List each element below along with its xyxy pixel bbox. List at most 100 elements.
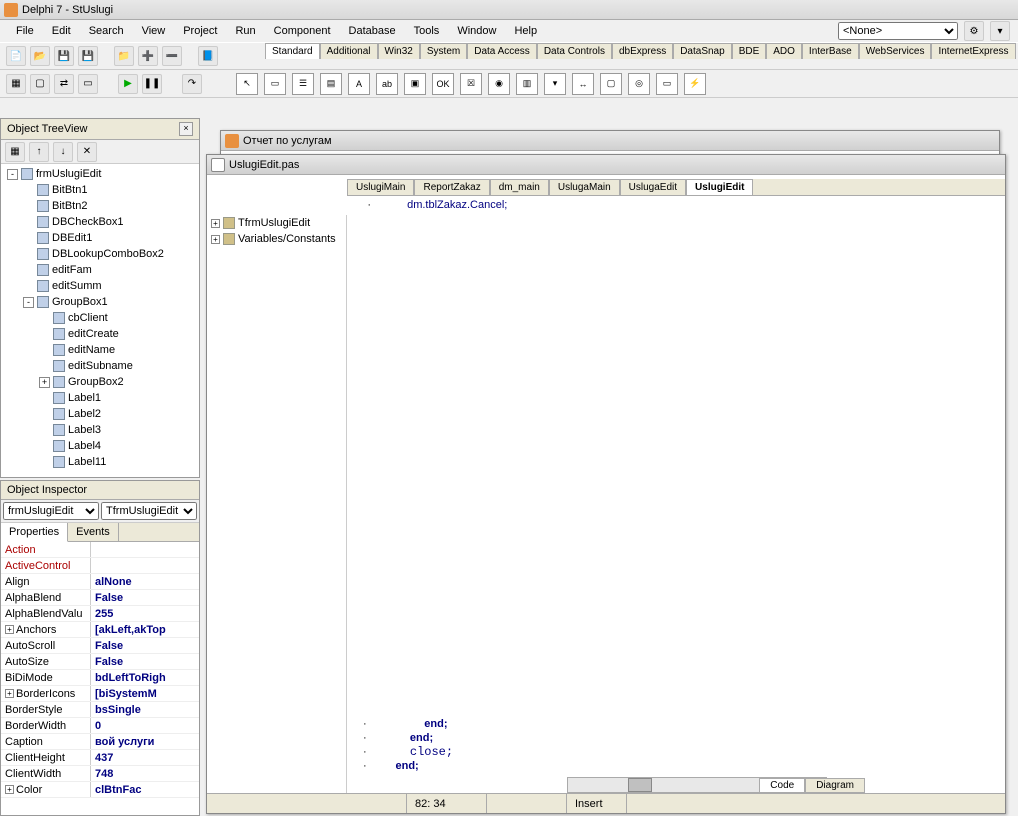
bottom-tab-code[interactable]: Code — [759, 778, 805, 793]
property-row[interactable]: Captionвой услуги — [1, 734, 199, 750]
property-row[interactable]: BorderWidth0 — [1, 718, 199, 734]
toolbar-icon[interactable]: ⚙ — [964, 21, 984, 41]
tree-node[interactable]: Label2 — [3, 406, 197, 422]
menu-edit[interactable]: Edit — [44, 23, 79, 39]
popupmenu-icon[interactable]: ▤ — [320, 73, 342, 95]
code-tab[interactable]: UslugaMain — [549, 179, 620, 195]
inspector-tab-properties[interactable]: Properties — [1, 523, 68, 542]
button-icon[interactable]: OK — [432, 73, 454, 95]
code-tab[interactable]: UslugaEdit — [620, 179, 686, 195]
tree-node[interactable]: BitBtn2 — [3, 198, 197, 214]
tree-node[interactable]: DBLookupComboBox2 — [3, 246, 197, 262]
groupbox-icon[interactable]: ▢ — [600, 73, 622, 95]
expand-icon[interactable]: + — [39, 377, 50, 388]
tree-node[interactable]: Label3 — [3, 422, 197, 438]
code-structure-tree[interactable]: +TfrmUslugiEdit +Variables/Constants — [207, 215, 347, 813]
tree-node[interactable]: DBCheckBox1 — [3, 214, 197, 230]
checkbox-icon[interactable]: ☒ — [460, 73, 482, 95]
project-combo[interactable]: <None> — [838, 22, 958, 40]
code-tab[interactable]: dm_main — [490, 179, 549, 195]
expand-icon[interactable]: - — [23, 297, 34, 308]
tree-btn[interactable]: ✕ — [77, 142, 97, 162]
actionlist-icon[interactable]: ⚡ — [684, 73, 706, 95]
tree-node[interactable]: editCreate — [3, 326, 197, 342]
property-row[interactable]: BiDiModebdLeftToRigh — [1, 670, 199, 686]
tree-node[interactable]: cbClient — [3, 310, 197, 326]
tree-node[interactable]: editName — [3, 342, 197, 358]
toolbar-icon[interactable]: ▾ — [990, 21, 1010, 41]
scrollbar-icon[interactable]: ↔ — [572, 73, 594, 95]
open-project-icon[interactable]: 📁 — [114, 46, 134, 66]
property-row[interactable]: AlignalNone — [1, 574, 199, 590]
trace-icon[interactable]: ↷ — [182, 74, 202, 94]
property-row[interactable]: ClientHeight437 — [1, 750, 199, 766]
palette-tab-datasnap[interactable]: DataSnap — [673, 43, 731, 59]
inspector-component-select[interactable]: frmUslugiEdit — [3, 502, 99, 520]
code-tab[interactable]: ReportZakaz — [414, 179, 489, 195]
view-form-icon[interactable]: ▢ — [30, 74, 50, 94]
property-row[interactable]: +Anchors[akLeft,akTop — [1, 622, 199, 638]
add-file-icon[interactable]: ➕ — [138, 46, 158, 66]
view-unit-icon[interactable]: ▦ — [6, 74, 26, 94]
remove-file-icon[interactable]: ➖ — [162, 46, 182, 66]
palette-tab-win32[interactable]: Win32 — [378, 43, 420, 59]
tree-node[interactable]: Label4 — [3, 438, 197, 454]
scrollbar-thumb[interactable] — [628, 778, 652, 792]
menu-search[interactable]: Search — [81, 23, 132, 39]
tree-node[interactable]: Label1 — [3, 390, 197, 406]
tree-node[interactable]: editFam — [3, 262, 197, 278]
property-row[interactable]: BorderStylebsSingle — [1, 702, 199, 718]
frames-icon[interactable]: ▭ — [264, 73, 286, 95]
inspector-class-select[interactable]: TfrmUslugiEdit — [101, 502, 197, 520]
new-form-icon[interactable]: ▭ — [78, 74, 98, 94]
code-editor-lower[interactable]: · end; · end; · close; · end; — [357, 715, 1005, 775]
save-icon[interactable]: 💾 — [54, 46, 74, 66]
saveall-icon[interactable]: 💾 — [78, 46, 98, 66]
pause-icon[interactable]: ❚❚ — [142, 74, 162, 94]
mainmenu-icon[interactable]: ☰ — [292, 73, 314, 95]
menu-project[interactable]: Project — [175, 23, 225, 39]
tree-btn[interactable]: ▦ — [5, 142, 25, 162]
property-row[interactable]: AutoSizeFalse — [1, 654, 199, 670]
palette-tab-bde[interactable]: BDE — [732, 43, 767, 59]
listbox-icon[interactable]: ▥ — [516, 73, 538, 95]
edit-icon[interactable]: ab — [376, 73, 398, 95]
property-row[interactable]: ClientWidth748 — [1, 766, 199, 782]
tree-node[interactable]: editSubname — [3, 358, 197, 374]
menu-help[interactable]: Help — [506, 23, 545, 39]
expand-icon[interactable]: + — [211, 219, 220, 228]
run-icon[interactable]: ▶ — [118, 74, 138, 94]
palette-tab-dbexpress[interactable]: dbExpress — [612, 43, 673, 59]
palette-tab-additional[interactable]: Additional — [320, 43, 378, 59]
palette-tab-dataaccess[interactable]: Data Access — [467, 43, 537, 59]
open-icon[interactable]: 📂 — [30, 46, 50, 66]
menu-window[interactable]: Window — [449, 23, 504, 39]
panel-icon[interactable]: ▭ — [656, 73, 678, 95]
menu-component[interactable]: Component — [266, 23, 339, 39]
tree-node[interactable]: DBEdit1 — [3, 230, 197, 246]
object-tree[interactable]: -frmUslugiEditBitBtn1BitBtn2DBCheckBox1D… — [1, 164, 199, 477]
property-row[interactable]: ActiveControl — [1, 558, 199, 574]
pin-icon[interactable]: × — [179, 122, 193, 136]
tree-node[interactable]: Label11 — [3, 454, 197, 470]
palette-tab-system[interactable]: System — [420, 43, 467, 59]
code-tab-active[interactable]: UslugiEdit — [686, 179, 753, 195]
code-editor-window[interactable]: UslugiEdit.pas +TfrmUslugiEdit +Variable… — [206, 154, 1006, 814]
menu-tools[interactable]: Tools — [406, 23, 448, 39]
palette-tab-datacontrols[interactable]: Data Controls — [537, 43, 612, 59]
radiobutton-icon[interactable]: ◉ — [488, 73, 510, 95]
tree-btn[interactable]: ↓ — [53, 142, 73, 162]
code-tab[interactable]: UslugiMain — [347, 179, 414, 195]
tree-node[interactable]: +GroupBox2 — [3, 374, 197, 390]
expand-icon[interactable]: - — [7, 169, 18, 180]
expand-icon[interactable]: + — [211, 235, 220, 244]
inspector-tab-events[interactable]: Events — [68, 523, 119, 541]
tree-node[interactable]: BitBtn1 — [3, 182, 197, 198]
tree-node[interactable]: -GroupBox1 — [3, 294, 197, 310]
new-icon[interactable]: 📄 — [6, 46, 26, 66]
property-row[interactable]: AutoScrollFalse — [1, 638, 199, 654]
palette-tab-interbase[interactable]: InterBase — [802, 43, 859, 59]
tree-btn[interactable]: ↑ — [29, 142, 49, 162]
tree-node[interactable]: editSumm — [3, 278, 197, 294]
memo-icon[interactable]: ▣ — [404, 73, 426, 95]
